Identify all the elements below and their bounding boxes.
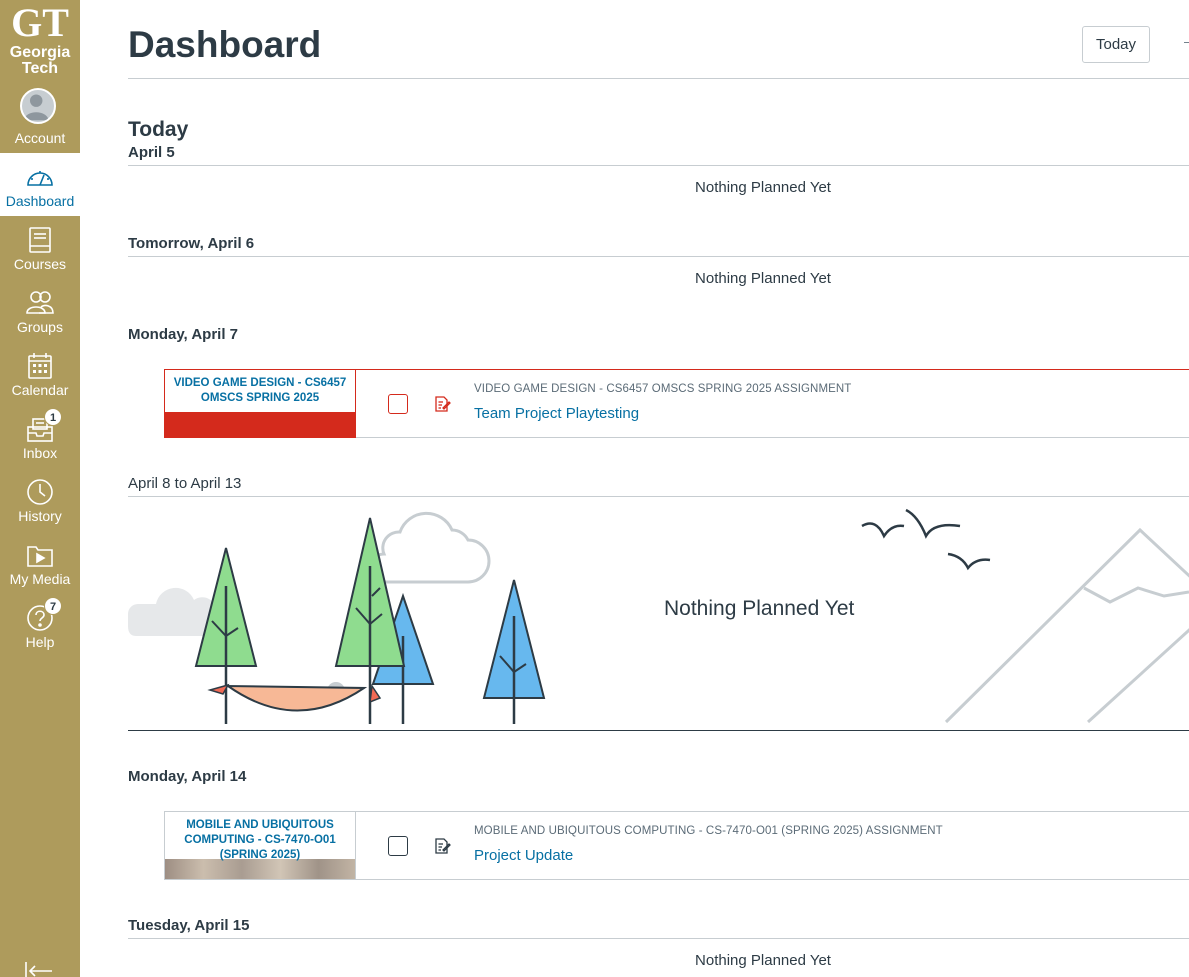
today-button[interactable]: Today: [1082, 26, 1150, 63]
nav-calendar-label: Calendar: [11, 382, 69, 398]
item-context: MOBILE AND UBIQUITOUS COMPUTING - CS-747…: [474, 825, 943, 837]
nothing-planned-text: Nothing Planned Yet: [695, 952, 831, 969]
complete-checkbox[interactable]: [388, 836, 408, 856]
course-color-bar: [165, 412, 355, 437]
nav-help-label: Help: [25, 634, 55, 650]
day-divider: [128, 165, 1189, 166]
more-options-indicator[interactable]: [1184, 42, 1189, 43]
calendar-icon: [24, 350, 56, 382]
day-divider: [128, 256, 1189, 257]
course-card[interactable]: VIDEO GAME DESIGN - CS6457 OMSCS SPRING …: [164, 369, 356, 438]
collapse-nav-icon[interactable]: [24, 960, 54, 977]
georgia-tech-logo[interactable]: GT Georgia Tech: [0, 0, 80, 80]
day-heading-apr14: Monday, April 14: [128, 768, 247, 785]
complete-checkbox[interactable]: [388, 394, 408, 414]
gt-logo-icon: GT: [11, 0, 69, 44]
nothing-planned-text: Nothing Planned Yet: [664, 597, 855, 620]
day-heading-tomorrow: Tomorrow, April 6: [128, 235, 255, 252]
media-folder-icon: [24, 539, 56, 571]
page-title: Dashboard: [128, 24, 322, 65]
nav-account[interactable]: Account: [0, 80, 80, 153]
nav-calendar[interactable]: Calendar: [0, 342, 80, 405]
nav-dashboard[interactable]: Dashboard: [0, 153, 80, 216]
empty-week-illustration: [128, 508, 1189, 724]
inbox-unread-badge: 1: [44, 408, 62, 426]
assignment-link[interactable]: Team Project Playtesting: [474, 405, 639, 422]
clock-icon: [24, 476, 56, 508]
help-badge: 7: [44, 597, 62, 615]
nav-courses-label: Courses: [13, 256, 67, 272]
day-heading-today: Today: [128, 118, 189, 141]
nav-help[interactable]: 7 Help: [0, 594, 80, 657]
nav-history[interactable]: History: [0, 468, 80, 531]
day-divider: [128, 938, 1189, 939]
day-date-today: April 5: [128, 144, 175, 161]
item-context: VIDEO GAME DESIGN - CS6457 OMSCS SPRING …: [474, 383, 852, 395]
dashboard-icon: [24, 161, 56, 193]
nav-my-media[interactable]: My Media: [0, 531, 80, 594]
avatar: [20, 88, 56, 124]
course-card[interactable]: MOBILE AND UBIQUITOUS COMPUTING - CS-747…: [164, 811, 356, 880]
week-divider: [128, 730, 1189, 731]
logo-line-2: Tech: [21, 60, 59, 77]
nav-inbox[interactable]: 1 Inbox: [0, 405, 80, 468]
range-heading: April 8 to April 13: [128, 475, 242, 492]
day-heading-apr15: Tuesday, April 15: [128, 917, 250, 934]
svg-text:GT: GT: [11, 0, 69, 44]
planner-main: Dashboard Today Today April 5 Nothing Pl…: [128, 0, 1189, 977]
nothing-planned-text: Nothing Planned Yet: [695, 270, 831, 287]
course-name: VIDEO GAME DESIGN - CS6457 OMSCS SPRING …: [173, 377, 347, 404]
nav-dashboard-label: Dashboard: [5, 193, 75, 209]
assignment-link[interactable]: Project Update: [474, 847, 573, 864]
logo-line-1: Georgia: [9, 44, 71, 61]
assignment-icon: [435, 838, 451, 854]
assignment-icon: [435, 396, 451, 412]
course-name: MOBILE AND UBIQUITOUS COMPUTING - CS-747…: [184, 819, 336, 861]
nav-history-label: History: [18, 508, 62, 524]
global-nav-sidebar: GT Georgia Tech Account Dashboard Course…: [0, 0, 80, 977]
groups-icon: [24, 287, 56, 319]
planner-item: VIDEO GAME DESIGN - CS6457 OMSCS SPRING …: [164, 369, 1189, 438]
planner-item: MOBILE AND UBIQUITOUS COMPUTING - CS-747…: [164, 811, 1189, 880]
book-icon: [24, 224, 56, 256]
nav-groups[interactable]: Groups: [0, 279, 80, 342]
nav-inbox-label: Inbox: [22, 445, 58, 461]
nav-courses[interactable]: Courses: [0, 216, 80, 279]
day-heading-apr7: Monday, April 7: [128, 326, 239, 343]
nothing-planned-text: Nothing Planned Yet: [695, 179, 831, 196]
nav-account-label: Account: [14, 130, 66, 146]
nav-my-media-label: My Media: [9, 571, 71, 587]
nav-groups-label: Groups: [17, 319, 63, 335]
header-divider: [128, 78, 1189, 79]
